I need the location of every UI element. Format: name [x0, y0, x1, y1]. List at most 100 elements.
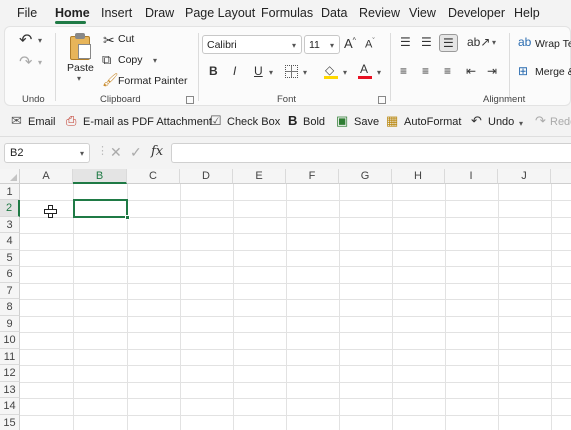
align-top-icon[interactable]: ☰	[400, 36, 411, 48]
clipboard-launcher-icon[interactable]	[186, 96, 194, 104]
undo-qa-dropdown-icon[interactable]: ▾	[519, 120, 523, 128]
font-launcher-icon[interactable]	[378, 96, 386, 104]
column-header-k[interactable]	[551, 169, 571, 184]
redo-icon[interactable]: ↷	[19, 55, 32, 71]
name-box[interactable]: B2 ▾	[4, 143, 90, 163]
orientation-dropdown-icon[interactable]: ▾	[492, 39, 496, 47]
row-header-13[interactable]: 13	[0, 382, 20, 398]
bold-qa-button[interactable]: Bold	[303, 116, 325, 128]
font-color-icon[interactable]: A	[358, 62, 372, 80]
row-header-8[interactable]: 8	[0, 299, 20, 316]
bold-button[interactable]: B	[209, 65, 218, 77]
row-header-5[interactable]: 5	[0, 250, 20, 266]
undo-dropdown-icon[interactable]: ▾	[38, 37, 42, 45]
chevron-down-icon[interactable]: ▾	[80, 150, 84, 158]
row-header-3[interactable]: 3	[0, 217, 20, 233]
save-icon[interactable]: ▣	[336, 114, 348, 127]
row-header-10[interactable]: 10	[0, 332, 20, 349]
insert-function-icon[interactable]: fx	[151, 145, 163, 158]
column-header-f[interactable]: F	[286, 169, 339, 184]
copy-button[interactable]: Copy	[118, 54, 143, 66]
paste-dropdown-icon[interactable]: ▾	[77, 75, 81, 83]
format-painter-icon[interactable]: 🖌	[102, 73, 119, 86]
column-header-c[interactable]: C	[127, 169, 180, 184]
column-header-e[interactable]: E	[233, 169, 286, 184]
borders-icon[interactable]	[285, 65, 298, 78]
save-button[interactable]: Save	[354, 116, 379, 128]
cancel-icon[interactable]: ✕	[110, 145, 122, 159]
decrease-indent-icon[interactable]: ⇤	[466, 65, 476, 77]
wrap-text-icon[interactable]: ab	[518, 36, 531, 48]
row-header-9[interactable]: 9	[0, 316, 20, 332]
row-header-1[interactable]: 1	[0, 184, 20, 200]
decrease-font-size-icon[interactable]: Aˇ	[365, 38, 375, 51]
copy-dropdown-icon[interactable]: ▾	[153, 57, 157, 65]
check-box-button[interactable]: Check Box	[227, 116, 280, 128]
orientation-icon[interactable]: ab↗	[467, 36, 490, 48]
tab-page-layout[interactable]: Page Layout	[185, 6, 255, 20]
row-header-12[interactable]: 12	[0, 365, 20, 382]
merge-center-icon[interactable]: ⊞	[518, 65, 528, 77]
borders-dropdown-icon[interactable]: ▾	[303, 69, 307, 77]
column-header-g[interactable]: G	[339, 169, 392, 184]
column-header-b[interactable]: B	[73, 169, 127, 184]
enter-icon[interactable]: ✓	[130, 145, 142, 159]
row-header-4[interactable]: 4	[0, 233, 20, 250]
tab-developer[interactable]: Developer	[448, 6, 505, 20]
font-color-dropdown-icon[interactable]: ▾	[377, 69, 381, 77]
paste-icon[interactable]	[68, 32, 92, 60]
tab-file[interactable]: File	[17, 6, 37, 20]
copy-icon[interactable]: ⧉	[102, 53, 111, 66]
row-header-15[interactable]: 15	[0, 415, 20, 430]
select-all-corner[interactable]	[0, 169, 20, 184]
tab-draw[interactable]: Draw	[145, 6, 174, 20]
email-button[interactable]: Email	[28, 116, 56, 128]
bold-icon[interactable]: B	[288, 114, 297, 127]
email-icon[interactable]: ✉	[11, 114, 22, 127]
undo-icon[interactable]: ↶	[19, 33, 32, 49]
tab-insert[interactable]: Insert	[101, 6, 132, 20]
worksheet-grid[interactable]: A B C D E F G H I J 1 2 3 4 5 6 7 8 9 10…	[0, 169, 571, 430]
pdf-email-icon[interactable]: ⎙	[66, 114, 76, 127]
email-pdf-button[interactable]: E-mail as PDF Attachment	[83, 116, 212, 128]
column-header-d[interactable]: D	[180, 169, 233, 184]
cut-button[interactable]: Cut	[118, 33, 134, 45]
tab-formulas[interactable]: Formulas	[261, 6, 313, 20]
align-bottom-button[interactable]: ☰	[439, 34, 458, 52]
active-cell-b2[interactable]	[73, 199, 130, 220]
column-header-h[interactable]: H	[392, 169, 445, 184]
wrap-text-button[interactable]: Wrap Tex	[535, 38, 571, 50]
formula-input[interactable]	[171, 143, 571, 163]
row-header-2[interactable]: 2	[0, 200, 20, 217]
fill-handle[interactable]	[125, 215, 130, 220]
undo-qa-button[interactable]: Undo	[488, 116, 514, 128]
column-header-j[interactable]: J	[498, 169, 551, 184]
check-box-icon[interactable]: ☑	[210, 114, 222, 127]
redo-qa-button[interactable]: Redo	[550, 116, 571, 128]
undo-qa-icon[interactable]: ↶	[471, 114, 482, 127]
paste-button[interactable]: Paste	[67, 62, 94, 74]
redo-dropdown-icon[interactable]: ▾	[38, 59, 42, 67]
font-name-select[interactable]: Calibri ▾	[202, 35, 302, 54]
italic-button[interactable]: I	[233, 65, 236, 77]
tab-help[interactable]: Help	[514, 6, 540, 20]
row-header-6[interactable]: 6	[0, 266, 20, 283]
increase-indent-icon[interactable]: ⇥	[487, 65, 497, 77]
autoformat-button[interactable]: AutoFormat	[404, 116, 461, 128]
tab-home[interactable]: Home	[55, 6, 90, 20]
row-header-14[interactable]: 14	[0, 398, 20, 415]
increase-font-size-icon[interactable]: A^	[344, 37, 356, 50]
align-right-icon[interactable]: ≡	[444, 65, 451, 77]
font-size-select[interactable]: 11 ▾	[304, 35, 340, 54]
tab-data[interactable]: Data	[321, 6, 347, 20]
column-header-i[interactable]: I	[445, 169, 498, 184]
row-header-7[interactable]: 7	[0, 283, 20, 299]
autoformat-icon[interactable]: ▦	[386, 114, 398, 127]
merge-center-button[interactable]: Merge &	[535, 66, 571, 78]
fill-color-icon[interactable]: ◇	[323, 63, 339, 80]
align-center-icon[interactable]: ≡	[422, 65, 429, 77]
column-header-a[interactable]: A	[20, 169, 73, 184]
align-middle-icon[interactable]: ☰	[421, 36, 432, 48]
scissors-icon[interactable]: ✂	[103, 33, 115, 47]
align-left-icon[interactable]: ≡	[400, 65, 407, 77]
